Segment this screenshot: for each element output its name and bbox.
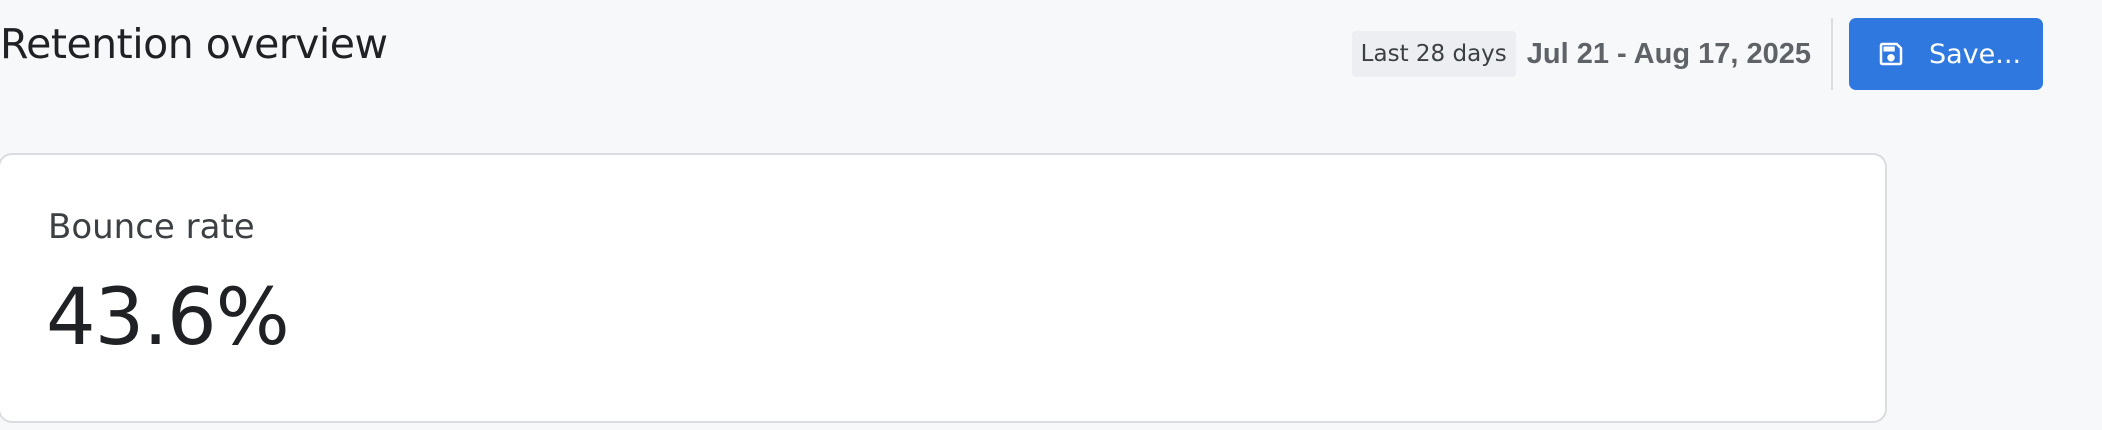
date-range[interactable]: Jul 21 - Aug 17, 2025 <box>1527 38 1811 71</box>
kpi-label: Bounce rate <box>48 207 255 247</box>
save-button-label: Save... <box>1929 38 2022 70</box>
kpi-value: 43.6% <box>46 273 290 363</box>
header-divider <box>1831 18 1833 90</box>
bounce-rate-card: Bounce rate 43.6% <box>0 153 1887 423</box>
page-title: Retention overview <box>0 20 388 68</box>
header-actions: Last 28 days Jul 21 - Aug 17, 2025 Save.… <box>1351 18 2043 90</box>
date-range-preset[interactable]: Last 28 days <box>1351 31 1516 77</box>
save-button[interactable]: Save... <box>1849 18 2043 90</box>
floppy-disk-icon <box>1876 39 1906 69</box>
